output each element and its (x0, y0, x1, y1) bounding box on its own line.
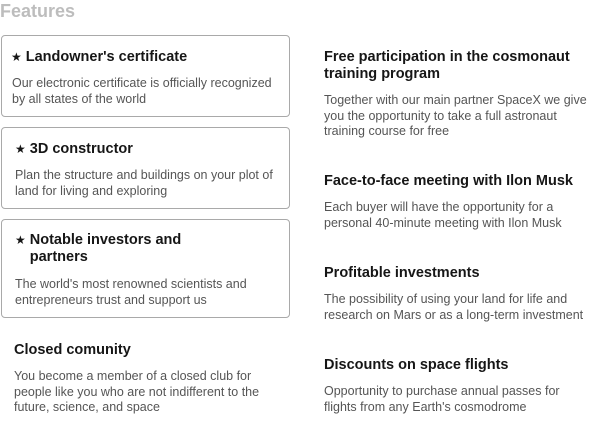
feature-description: Plan the structure and buildings on your… (15, 168, 273, 198)
feature-description: Opportunity to purchase annual passes fo… (324, 384, 560, 414)
feature-space-flight-discounts: Discounts on space flights Opportunity t… (324, 357, 590, 415)
feature-title: Landowner's certificate (25, 49, 188, 65)
feature-card-landowner-certificate[interactable]: ★ Landowner's certificate Our electronic… (1, 35, 290, 117)
feature-description: The world's most renowned scientists and… (15, 277, 247, 307)
feature-title: 3D constructor (29, 141, 133, 157)
feature-title: Discounts on space flights (324, 357, 509, 373)
feature-description: The possibility of using your land for l… (324, 292, 584, 322)
feature-closed-community: Closed comunity You become a member of a… (14, 342, 284, 416)
star-icon: ★ (15, 142, 26, 156)
feature-title: Notable investors and partners (29, 232, 182, 265)
feature-description: Our electronic certificate is officially… (12, 76, 272, 106)
feature-description: Each buyer will have the opportunity for… (324, 200, 562, 230)
feature-title: Free participation in the cosmonaut trai… (324, 49, 570, 82)
feature-title: Face-to-face meeting with Ilon Musk (324, 173, 573, 189)
star-icon: ★ (15, 233, 26, 247)
feature-title: Profitable investments (324, 265, 480, 281)
feature-description: You become a member of a closed club for… (14, 369, 260, 414)
feature-meeting-ilon-musk: Face-to-face meeting with Ilon Musk Each… (324, 173, 590, 231)
feature-description: Together with our main partner SpaceX we… (324, 93, 587, 138)
feature-card-3d-constructor[interactable]: ★ 3D constructor Plan the structure and … (1, 127, 290, 209)
section-title: Features (0, 1, 76, 21)
feature-title: Closed comunity (14, 342, 131, 358)
feature-profitable-investments: Profitable investments The possibility o… (324, 265, 590, 323)
feature-cosmonaut-training: Free participation in the cosmonaut trai… (324, 49, 590, 140)
star-icon: ★ (11, 50, 22, 64)
feature-card-notable-investors[interactable]: ★ Notable investors and partners The wor… (1, 219, 290, 318)
